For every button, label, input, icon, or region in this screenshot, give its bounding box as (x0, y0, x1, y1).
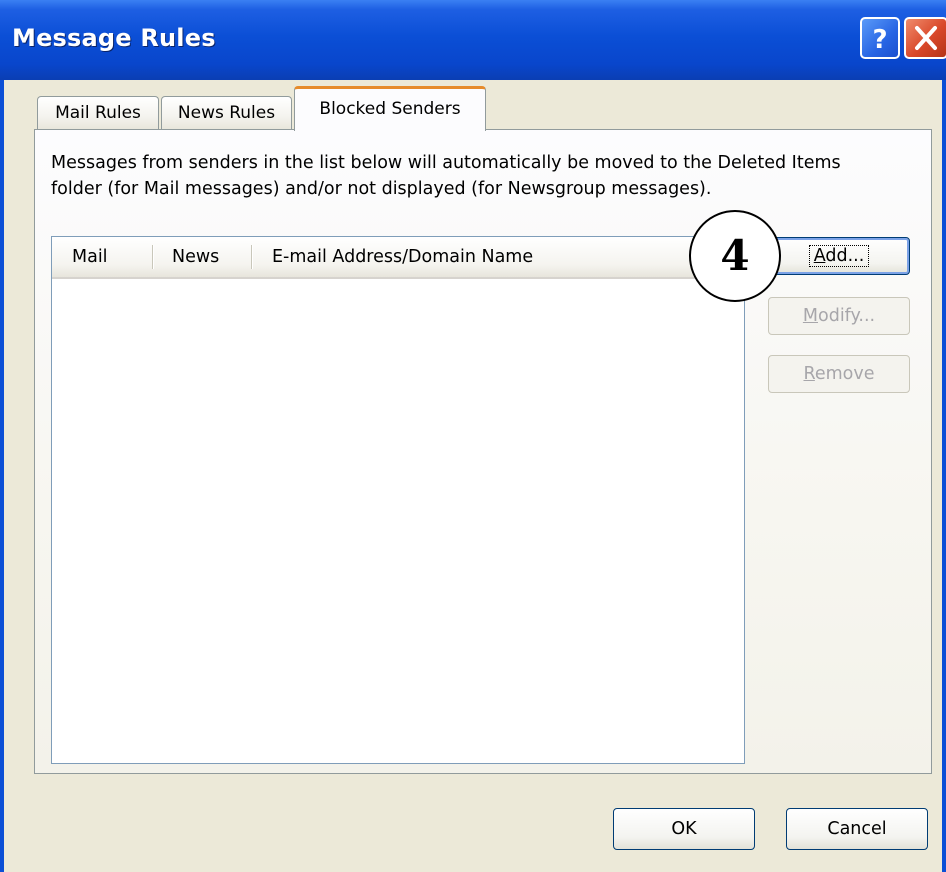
tab-news-rules[interactable]: News Rules (161, 96, 292, 130)
window-frame-left (0, 80, 4, 872)
tab-blocked-senders[interactable]: Blocked Senders (294, 86, 486, 131)
remove-button-label: Remove (803, 364, 875, 384)
cancel-button-label: Cancel (827, 819, 887, 839)
column-divider[interactable] (251, 245, 253, 269)
list-header: Mail News E-mail Address/Domain Name (52, 237, 744, 279)
tab-label: News Rules (177, 103, 276, 123)
column-header-news[interactable]: News (172, 237, 219, 277)
cancel-button[interactable]: Cancel (786, 808, 928, 850)
close-button[interactable] (904, 17, 946, 59)
modify-button[interactable]: Modify... (768, 297, 910, 335)
ok-button[interactable]: OK (613, 808, 755, 850)
window-frame-right (942, 80, 946, 872)
column-divider[interactable] (152, 245, 154, 269)
remove-button[interactable]: Remove (768, 355, 910, 393)
column-header-mail[interactable]: Mail (72, 237, 108, 277)
ok-button-label: OK (671, 819, 697, 839)
add-button[interactable]: Add... (768, 237, 910, 275)
tab-label: Blocked Senders (319, 99, 461, 119)
help-button[interactable]: ? (860, 17, 900, 59)
close-icon (915, 26, 937, 50)
window-title: Message Rules (12, 24, 216, 52)
help-icon: ? (872, 25, 887, 55)
blocked-senders-list[interactable]: Mail News E-mail Address/Domain Name (51, 236, 745, 764)
column-header-address[interactable]: E-mail Address/Domain Name (272, 237, 533, 277)
step-number-callout: 4 (689, 210, 781, 302)
tab-mail-rules[interactable]: Mail Rules (37, 96, 159, 130)
svg-text:?: ? (872, 25, 887, 55)
message-rules-dialog: Message Rules ? Mail Rules News Rules Bl… (0, 0, 946, 872)
blocked-senders-description: Messages from senders in the list below … (51, 153, 841, 199)
tab-label: Mail Rules (55, 103, 141, 123)
add-button-label: Add... (808, 245, 870, 267)
modify-button-label: Modify... (802, 306, 876, 326)
blocked-senders-panel: Messages from senders in the list below … (34, 129, 932, 774)
title-bar[interactable]: Message Rules ? (0, 0, 946, 80)
